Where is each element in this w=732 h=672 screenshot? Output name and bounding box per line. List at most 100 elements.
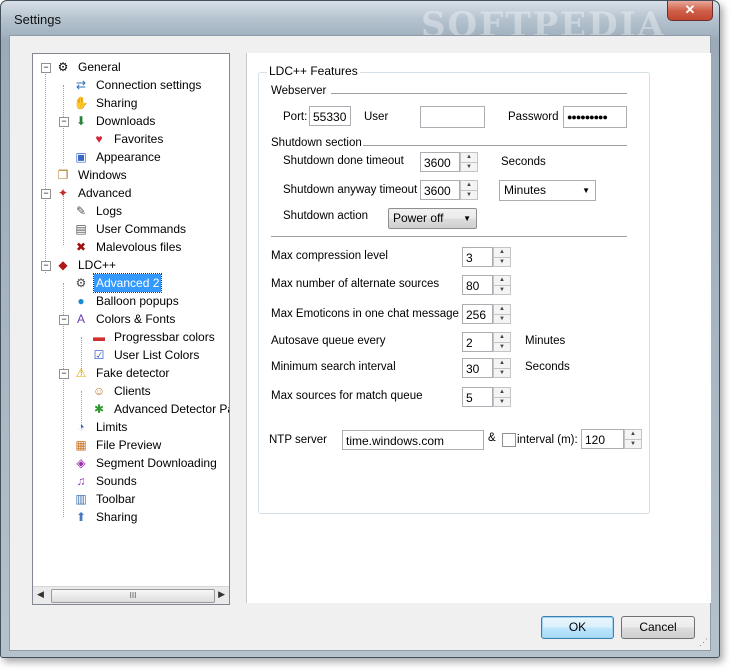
port-label: Port: (283, 111, 308, 123)
webserver-divider (331, 93, 627, 95)
shutdown-action-value: Power off (393, 211, 444, 225)
tree-item-label: LDC++ (78, 258, 117, 272)
tree-item-label: Fake detector (96, 366, 170, 380)
min-search-interval-label: Minimum search interval (271, 361, 396, 373)
user-label: User (364, 111, 389, 123)
shutdown-anyway-timeout-input[interactable]: 3600 (420, 180, 460, 200)
tree-item-label: Limits (96, 420, 128, 434)
section-divider (271, 236, 627, 238)
sounds-icon: ♫ (76, 474, 86, 488)
user-list-colors-icon: ☑ (93, 348, 105, 362)
password-input[interactable]: ●●●●●●●●● (563, 106, 627, 128)
shutdown-action-label: Shutdown action (283, 210, 369, 222)
shutdown-done-timeout-input[interactable]: 3600 (420, 152, 460, 172)
tree-item-label: File Preview (96, 438, 162, 452)
tree-item-label: Segment Downloading (96, 456, 217, 470)
cancel-button[interactable]: Cancel (621, 616, 695, 639)
chevron-down-icon: ▼ (463, 214, 471, 223)
autosave-queue-spinner[interactable]: ▲ ▼ (493, 332, 511, 352)
logs-icon: ✎ (75, 204, 87, 218)
client-area: − − − − − − ⚙ General ⇄ Connection setti… (9, 35, 711, 651)
max-sources-match-queue-label: Max sources for match queue (271, 390, 423, 402)
tree-item-label: Advanced (78, 186, 132, 200)
watermark: SOFTPEDIA (421, 5, 666, 35)
ok-button[interactable]: OK (541, 616, 614, 639)
tree-line (45, 67, 46, 273)
max-compression-spinner[interactable]: ▲ ▼ (493, 247, 511, 267)
password-label: Password (508, 111, 559, 123)
scroll-thumb[interactable]: III (51, 589, 215, 603)
tree-horizontal-scrollbar[interactable]: ◀ III ▶ (33, 586, 229, 604)
max-emoticons-input[interactable]: 256 (462, 304, 493, 324)
segment-icon: ◈ (76, 456, 86, 470)
tree-item-label: Sounds (96, 474, 137, 488)
progressbar-icon: ▬ (93, 330, 105, 344)
tree-item-label: Logs (96, 204, 123, 218)
shutdown-anyway-timeout-spinner[interactable]: ▲ ▼ (460, 180, 478, 200)
tree-item-label: Toolbar (96, 492, 136, 506)
port-input[interactable]: 55330 (309, 106, 351, 126)
max-sources-match-queue-input[interactable]: 5 (462, 387, 493, 407)
advanced2-icon: ⚙ (75, 276, 87, 290)
window-title: Settings (14, 12, 61, 27)
max-sources-match-queue-spinner[interactable]: ▲ ▼ (493, 387, 511, 407)
shutdown-anyway-unit-select[interactable]: Minutes ▼ (499, 180, 596, 201)
tree-item-label: Progressbar colors (114, 330, 215, 344)
expand-advanced[interactable]: − (41, 189, 51, 199)
autosave-queue-unit: Minutes (525, 335, 566, 347)
tree-item-label: Colors & Fonts (96, 312, 176, 326)
interval-spinner[interactable]: ▲ ▼ (624, 429, 642, 449)
max-compression-label: Max compression level (271, 250, 388, 262)
settings-tree[interactable]: − − − − − − ⚙ General ⇄ Connection setti… (32, 53, 230, 605)
malevolous-files-icon: ✖ (75, 240, 87, 254)
settings-window: SOFTPEDIA Settings ✕ − − − − − − ⚙ Gener… (0, 0, 720, 658)
shutdown-action-select[interactable]: Power off ▼ (388, 208, 477, 229)
ntp-ampersand: & (488, 432, 496, 444)
tree-item-label: Advanced 2 (92, 273, 163, 293)
max-compression-input[interactable]: 3 (462, 247, 493, 267)
expand-fake-detector[interactable]: − (59, 369, 69, 379)
webserver-section-title: Webserver (271, 85, 327, 97)
connection-icon: ⇄ (75, 78, 87, 92)
tree-item-label: Balloon popups (96, 294, 179, 308)
tree-item-label: General (78, 60, 121, 74)
user-input[interactable] (420, 106, 485, 128)
max-emoticons-label: Max Emoticons in one chat message (271, 308, 459, 320)
scroll-left-arrow-icon[interactable]: ◀ (37, 589, 44, 600)
detector-icon: ✱ (93, 402, 105, 416)
interval-label: interval (m): (517, 434, 578, 446)
close-button[interactable]: ✕ (667, 1, 713, 21)
file-preview-icon: ▦ (75, 438, 87, 452)
expand-general[interactable]: − (41, 63, 51, 73)
max-alternate-sources-input[interactable]: 80 (462, 275, 493, 295)
tree-item-label: Clients (114, 384, 151, 398)
colors-fonts-icon: A (76, 312, 85, 326)
autosave-queue-input[interactable]: 2 (462, 332, 493, 352)
shutdown-done-timeout-unit: Seconds (501, 156, 546, 168)
shutdown-done-timeout-spinner[interactable]: ▲ ▼ (460, 152, 478, 172)
sharing-icon: ✋ (73, 96, 89, 110)
tree-item-label: User List Colors (114, 348, 200, 362)
user-commands-icon: ▤ (75, 222, 87, 236)
tree-item-label: Sharing (96, 510, 138, 524)
interval-checkbox[interactable] (502, 433, 516, 447)
resize-grip-icon[interactable]: ⋰ (699, 637, 708, 648)
tree-item-label: Windows (78, 168, 127, 182)
expand-downloads[interactable]: − (59, 117, 69, 127)
ntp-server-input[interactable]: time.windows.com (342, 430, 484, 450)
ldc-icon: ◆ (58, 258, 68, 272)
tree-item-label: User Commands (96, 222, 187, 236)
scroll-right-arrow-icon[interactable]: ▶ (218, 589, 225, 600)
tree-item-label: Downloads (96, 114, 156, 128)
title-bar[interactable]: SOFTPEDIA Settings ✕ (1, 1, 719, 35)
shutdown-section-title: Shutdown section (271, 137, 362, 149)
windows-icon: ❐ (57, 168, 69, 182)
max-alternate-sources-spinner[interactable]: ▲ ▼ (493, 275, 511, 295)
interval-input[interactable]: 120 (581, 429, 624, 449)
toolbar-icon: ▥ (75, 492, 87, 506)
expand-ldc[interactable]: − (41, 261, 51, 271)
expand-colors-fonts[interactable]: − (59, 315, 69, 325)
min-search-interval-input[interactable]: 30 (462, 358, 493, 378)
max-emoticons-spinner[interactable]: ▲ ▼ (493, 304, 511, 324)
min-search-interval-spinner[interactable]: ▲ ▼ (493, 358, 511, 378)
